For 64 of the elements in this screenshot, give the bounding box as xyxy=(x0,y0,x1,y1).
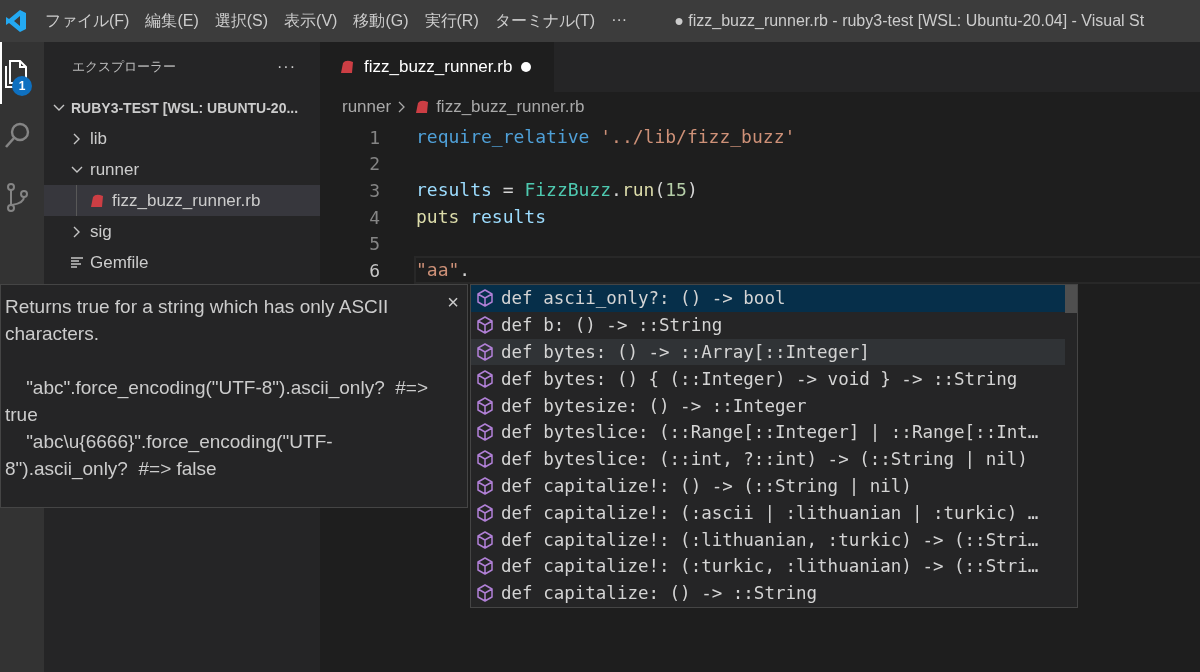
more-actions-button[interactable]: ··· xyxy=(277,58,296,76)
cube-icon xyxy=(475,315,495,336)
unsaved-dot-icon xyxy=(520,61,533,73)
ruby-file-icon xyxy=(88,192,106,209)
cube-icon xyxy=(475,475,495,496)
suggestion-item[interactable]: def bytes: () { (::Integer) -> void } -> ::String xyxy=(471,365,1065,393)
tree-item[interactable]: fizz_buzz_runner.rb xyxy=(44,185,320,216)
suggestion-item[interactable]: def capitalize!: () -> (::String | nil) xyxy=(471,472,1065,500)
tree-item[interactable]: lib xyxy=(44,123,320,154)
ruby-file-icon xyxy=(338,59,356,75)
line-number: 6 xyxy=(368,259,380,281)
suggestion-item[interactable]: def capitalize!: (:turkic, :lithuanian) -> (::Stri… xyxy=(471,552,1065,580)
suggestion-item[interactable]: def capitalize!: (:lithuanian, :turkic) -> (::Stri… xyxy=(471,526,1065,553)
doc-text: Returns true for a string which has only ASCII characters. xyxy=(5,295,390,346)
line-number: 3 xyxy=(368,180,380,201)
code-line: puts results xyxy=(416,205,548,230)
suggestion-item[interactable]: def capitalize: () -> ::String xyxy=(471,579,1065,607)
line-number: 4 xyxy=(368,206,380,228)
code-line: require_relative '../lib/fizz_buzz' xyxy=(416,125,797,150)
menu-item[interactable]: ファイル(F) xyxy=(38,6,137,36)
cube-icon xyxy=(475,556,495,577)
breadcrumb-item[interactable]: runner xyxy=(342,97,392,117)
tree-item[interactable]: Gemfile xyxy=(44,247,320,278)
vscode-logo-icon xyxy=(6,9,26,33)
suggestion-item[interactable]: def bytesize: () -> ::Integer xyxy=(471,392,1065,419)
menu-item[interactable]: 表示(V) xyxy=(277,6,345,36)
suggestion-item[interactable]: def capitalize!: (:ascii | :lithuanian | :turkic) … xyxy=(471,499,1065,527)
cube-icon xyxy=(475,502,495,523)
menu-item[interactable]: 移動(G) xyxy=(346,6,416,36)
workspace-folder[interactable]: RUBY3-TEST [WSL: UBUNTU-20... xyxy=(44,92,320,123)
cube-icon xyxy=(475,288,495,309)
cube-icon xyxy=(475,422,495,443)
scrollbar-thumb[interactable] xyxy=(1065,285,1077,313)
menu-item[interactable]: ターミナル(T) xyxy=(487,6,603,36)
doc-text: "abc".force_encoding("UTF-8").ascii_only? #=> true "abc\u{6666}".force_encoding("UTF-8").ascii_only? #=> false xyxy=(5,376,430,482)
cube-icon xyxy=(475,368,495,389)
cube-icon xyxy=(475,583,495,604)
menu-item[interactable]: ··· xyxy=(604,6,635,36)
count-badge: 1 xyxy=(12,76,32,96)
suggestion-item[interactable]: def bytes: () -> ::Array[::Integer] xyxy=(471,338,1065,366)
menu-item[interactable]: 実行(R) xyxy=(417,6,486,36)
menu-item[interactable]: 選択(S) xyxy=(207,6,276,36)
tree-item[interactable]: runner xyxy=(44,154,320,185)
close-button[interactable]: × xyxy=(447,291,459,314)
suggestion-item[interactable]: def b: () -> ::String xyxy=(471,311,1065,339)
text-file-icon xyxy=(70,255,84,270)
suggestion-item[interactable]: def byteslice: (::Range[::Integer] | ::Range[::Int… xyxy=(471,419,1065,446)
code-line: "aa". xyxy=(416,258,1200,283)
cube-icon xyxy=(475,395,495,416)
cube-icon xyxy=(475,342,495,362)
window-title: ● fizz_buzz_runner.rb - ruby3-test [WSL: Ubuntu-20.04] - Visual St xyxy=(674,12,1145,30)
sidebar-title: エクスプローラー xyxy=(72,58,176,76)
menu-item[interactable]: 編集(E) xyxy=(138,6,206,36)
tree-item[interactable]: sig xyxy=(44,216,320,247)
line-number: 2 xyxy=(368,153,380,175)
suggestion-item[interactable]: def ascii_only?: () -> bool xyxy=(471,285,1065,312)
cube-icon xyxy=(475,529,495,550)
cube-icon xyxy=(475,449,495,470)
breadcrumb-item[interactable]: fizz_buzz_runner.rb xyxy=(436,97,585,117)
line-number: 5 xyxy=(368,233,380,255)
suggestion-item[interactable]: def byteslice: (::int, ?::int) -> (::String | nil) xyxy=(471,445,1065,473)
line-number: 1 xyxy=(368,126,380,148)
code-line: results = FizzBuzz.run(15) xyxy=(416,178,699,203)
editor-tab[interactable]: fizz_buzz_runner.rb xyxy=(320,42,555,92)
